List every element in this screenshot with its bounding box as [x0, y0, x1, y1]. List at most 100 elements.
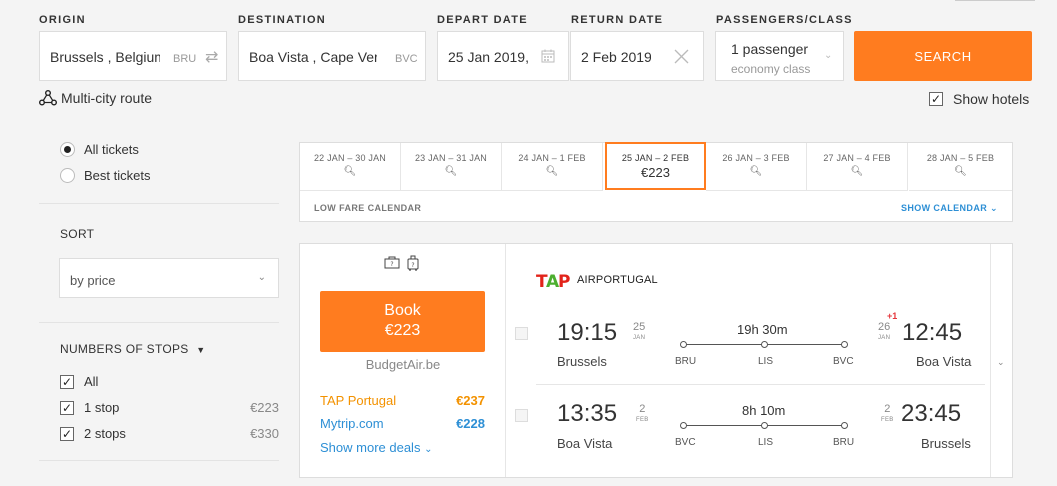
depart-label: DEPART DATE — [437, 14, 528, 26]
depart-input[interactable]: 25 Jan 2019, Fri — [448, 49, 528, 65]
sort-value: by price — [70, 273, 116, 288]
chevron-down-icon: ⌄ — [424, 444, 433, 455]
origin-field[interactable]: Brussels , Belgium BRU ⇄ — [39, 31, 227, 81]
deal-name[interactable]: Mytrip.com — [320, 416, 384, 431]
filter-divider — [39, 460, 279, 461]
return-input[interactable]: 2 Feb 2019, Sat — [581, 49, 651, 65]
show-hotels-checkbox[interactable]: ✓ — [929, 92, 943, 106]
outbound-departure-city: Brussels — [557, 354, 607, 369]
book-button[interactable]: Book €223 — [320, 291, 485, 352]
deal-row[interactable]: Mytrip.com €228 — [320, 416, 485, 431]
show-hotels-label: Show hotels — [953, 91, 1030, 107]
multicity-route-icon — [39, 90, 57, 106]
outbound-departure-time: 19:15 — [557, 319, 618, 346]
chevron-down-icon: ⌄ — [257, 272, 266, 283]
stops-heading[interactable]: NUMBERS OF STOPS ▼ — [60, 342, 205, 356]
search-icon: 🔍︎ — [749, 166, 763, 177]
destination-field[interactable]: Boa Vista , Cape Verde BVC — [238, 31, 426, 81]
calendar-cell[interactable]: 22 JAN – 30 JAN 🔍︎ — [300, 143, 401, 191]
book-price: €223 — [384, 322, 421, 339]
show-more-deals-label: Show more deals — [320, 440, 421, 455]
search-button[interactable]: SEARCH — [854, 31, 1032, 81]
airport-code: BVC — [675, 437, 696, 448]
swap-icon[interactable]: ⇄ — [205, 47, 218, 67]
tap-logo: T A P — [536, 272, 571, 289]
search-icon: 🔍︎ — [850, 166, 864, 177]
chevron-down-icon: ⌄ — [990, 203, 998, 213]
origin-label: ORIGIN — [39, 14, 86, 26]
expand-details-column[interactable]: ⌄ — [990, 244, 1012, 477]
flight-result-card: ? ? Book €223 BudgetAir.be TAP Portugal … — [299, 243, 1013, 478]
calendar-dates: 26 JAN – 3 FEB — [722, 153, 790, 163]
outbound-arrival-time: 12:45 — [902, 319, 963, 346]
sort-heading: SORT — [60, 227, 95, 241]
agency-name: BudgetAir.be — [365, 357, 441, 372]
outbound-select-checkbox[interactable] — [515, 327, 528, 340]
calendar-cell[interactable]: 23 JAN – 31 JAN 🔍︎ — [401, 143, 502, 191]
sort-select[interactable]: by price ⌄ — [59, 258, 279, 298]
deal-row[interactable]: TAP Portugal €237 — [320, 393, 485, 408]
filter-divider — [39, 203, 279, 204]
calendar-cell[interactable]: 26 JAN – 3 FEB 🔍︎ — [706, 143, 807, 191]
passengers-value: 1 passenger — [731, 41, 809, 57]
chevron-down-icon: ⌄ — [824, 50, 833, 61]
calendar-cell[interactable]: 24 JAN – 1 FEB 🔍︎ — [502, 143, 603, 191]
stop-option-2[interactable]: ✓ 2 stops €330 — [60, 426, 279, 441]
stop-checkbox[interactable]: ✓ — [60, 374, 74, 389]
route-stop-dot — [680, 422, 687, 429]
destination-code: BVC — [395, 53, 418, 65]
calendar-cell[interactable]: 28 JAN – 5 FEB 🔍︎ — [909, 143, 1012, 191]
radio-best-tickets[interactable] — [60, 168, 75, 183]
outbound-duration: 19h 30m — [737, 322, 788, 337]
airport-code: BRU — [833, 437, 855, 448]
depart-field[interactable]: 25 Jan 2019, Fri — [437, 31, 569, 81]
route-stop-dot — [761, 341, 768, 348]
destination-input[interactable]: Boa Vista , Cape Verde — [249, 49, 377, 65]
return-field[interactable]: 2 Feb 2019, Sat — [570, 31, 704, 81]
filter-divider — [39, 322, 279, 323]
show-calendar-link[interactable]: SHOW CALENDAR ⌄ — [901, 203, 998, 214]
top-divider — [955, 0, 1035, 1]
deal-name[interactable]: TAP Portugal — [320, 393, 396, 408]
stop-checkbox[interactable]: ✓ — [60, 400, 74, 415]
stop-label: 2 stops — [84, 426, 126, 441]
calendar-dates: 25 JAN – 2 FEB — [621, 153, 690, 163]
inbound-arrival-time: 23:45 — [901, 400, 962, 427]
calendar-dates: 24 JAN – 1 FEB — [518, 153, 586, 163]
stop-option-all[interactable]: ✓ All — [60, 374, 279, 389]
show-calendar-label: SHOW CALENDAR — [900, 203, 988, 213]
personal-item-icon: ? — [384, 256, 400, 269]
origin-input[interactable]: Brussels , Belgium — [50, 49, 160, 65]
ticket-option-label: All tickets — [84, 142, 139, 157]
show-more-deals-link[interactable]: Show more deals ⌄ — [320, 440, 432, 455]
deal-price: €228 — [456, 416, 485, 431]
inbound-departure-time: 13:35 — [557, 400, 618, 427]
inbound-arrival-date: 2 FEB — [881, 403, 894, 424]
calendar-icon[interactable] — [541, 49, 555, 63]
inbound-select-checkbox[interactable] — [515, 409, 528, 422]
airport-code: LIS — [758, 356, 774, 367]
clear-date-icon[interactable] — [674, 49, 689, 64]
inbound-duration: 8h 10m — [742, 403, 786, 418]
inbound-departure-date: 2 FEB — [636, 403, 649, 424]
calendar-cell-selected[interactable]: 25 JAN – 2 FEB €223 — [605, 142, 706, 190]
calendar-cell[interactable]: 27 JAN – 4 FEB 🔍︎ — [807, 143, 908, 191]
outbound-departure-date: 25 JAN — [633, 321, 646, 342]
multicity-label: Multi-city route — [61, 90, 153, 106]
book-label: Book — [384, 302, 421, 319]
route-stop-dot — [841, 422, 848, 429]
stop-checkbox[interactable]: ✓ — [60, 426, 74, 441]
chevron-down-icon[interactable]: ⌄ — [997, 357, 1005, 368]
low-fare-calendar-label: LOW FARE CALENDAR — [314, 203, 422, 213]
day-shift-badge: +1 — [887, 311, 898, 321]
stop-option-1[interactable]: ✓ 1 stop €223 — [60, 400, 279, 415]
airline-name: AIRPORTUGAL — [577, 274, 658, 286]
ticket-option-all[interactable]: All tickets — [60, 142, 139, 157]
show-hotels-toggle[interactable]: ✓ Show hotels — [929, 91, 1029, 107]
radio-all-tickets[interactable] — [60, 142, 75, 157]
calendar-dates: 23 JAN – 31 JAN — [414, 153, 488, 163]
multicity-link[interactable]: Multi-city route — [39, 90, 152, 106]
ticket-option-best[interactable]: Best tickets — [60, 168, 150, 183]
passengers-field[interactable]: 1 passenger economy class ⌄ — [715, 31, 844, 81]
booking-panel: ? ? Book €223 BudgetAir.be TAP Portugal … — [300, 244, 506, 477]
